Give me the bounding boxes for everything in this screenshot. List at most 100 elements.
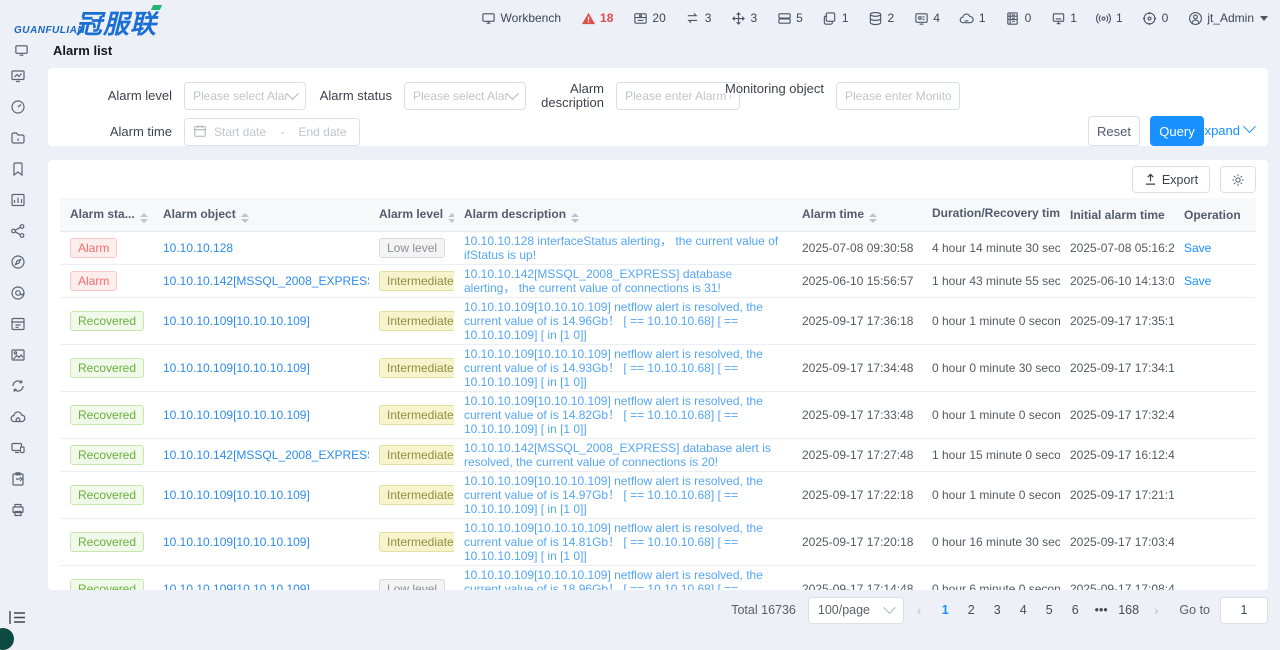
level-badge: Intermediate bbox=[379, 358, 454, 378]
alert-counter[interactable]: 18 bbox=[580, 10, 613, 26]
sidebar-item-printer[interactable] bbox=[0, 494, 36, 525]
save-link[interactable]: Save bbox=[1184, 274, 1211, 288]
cell-alarm-status: Recovered bbox=[60, 439, 153, 472]
cell-initial-time: 2025-07-08 05:16:28 bbox=[1060, 232, 1174, 265]
monitoring-object-input[interactable]: Please enter Monitoring o bbox=[836, 82, 960, 110]
cell-alarm-level: Low level bbox=[369, 232, 454, 265]
counter-database[interactable]: 2 bbox=[868, 10, 895, 26]
sidebar-item-photo[interactable] bbox=[0, 339, 36, 370]
alarm-description-link[interactable]: 10.10.10.109[10.10.10.109] netflow alert… bbox=[464, 394, 782, 436]
floating-helper-ball[interactable] bbox=[0, 628, 14, 650]
cell-duration: 0 hour 16 minute 30 second bbox=[922, 519, 1060, 566]
reset-button[interactable]: Reset bbox=[1088, 116, 1140, 146]
cell-duration: 0 hour 1 minute 0 second bbox=[922, 472, 1060, 519]
column-header[interactable]: Alarm sta... bbox=[60, 198, 153, 232]
counter-value: 4 bbox=[933, 11, 940, 25]
expand-toggle[interactable]: Expand bbox=[1196, 123, 1254, 138]
counter-host[interactable]: 20 bbox=[632, 10, 665, 26]
page-168[interactable]: 168 bbox=[1116, 600, 1141, 620]
cell-operation bbox=[1174, 298, 1256, 345]
sidebar-item-monitor[interactable] bbox=[0, 60, 36, 91]
alarm-object-link[interactable]: 10.10.10.109[10.10.10.109] bbox=[163, 488, 310, 502]
counter-target[interactable]: 0 bbox=[1142, 10, 1169, 26]
page-5[interactable]: 5 bbox=[1038, 600, 1060, 620]
counter-pages[interactable]: 1 bbox=[822, 10, 849, 26]
cell-operation bbox=[1174, 566, 1256, 591]
counter-flow[interactable]: 3 bbox=[685, 10, 712, 26]
counter-cloud[interactable]: 1 bbox=[959, 10, 986, 26]
alarm-object-link[interactable]: 10.10.10.109[10.10.10.109] bbox=[163, 582, 310, 590]
column-header[interactable]: Alarm level bbox=[369, 198, 454, 232]
counter-value: 1 bbox=[979, 11, 986, 25]
page-3[interactable]: 3 bbox=[986, 600, 1008, 620]
alarm-object-link[interactable]: 10.10.10.109[10.10.10.109] bbox=[163, 535, 310, 549]
sort-icon[interactable] bbox=[869, 213, 877, 223]
sidebar-item-panel[interactable] bbox=[0, 308, 36, 339]
next-page-button[interactable]: › bbox=[1149, 603, 1163, 618]
sort-icon[interactable] bbox=[448, 213, 454, 223]
sidebar-item-cloudhome[interactable] bbox=[0, 401, 36, 432]
counter-move[interactable]: 3 bbox=[730, 10, 757, 26]
user-menu[interactable]: jt_Admin bbox=[1187, 10, 1268, 26]
alarm-description-link[interactable]: 10.10.10.109[10.10.10.109] netflow alert… bbox=[464, 521, 782, 563]
sidebar-item-nodes[interactable] bbox=[0, 215, 36, 246]
alarm-description-link[interactable]: 10.10.10.142[MSSQL_2008_EXPRESS] databas… bbox=[464, 441, 782, 469]
status-badge: Alarm bbox=[70, 238, 117, 258]
alarm-description-link[interactable]: 10.10.10.128 interfaceStatus alerting， t… bbox=[464, 234, 782, 262]
counter-value: 1 bbox=[1070, 11, 1077, 25]
sidebar-item-report[interactable] bbox=[0, 122, 36, 153]
alarm-description-link[interactable]: 10.10.10.109[10.10.10.109] netflow alert… bbox=[464, 300, 782, 342]
sidebar-item-chart[interactable] bbox=[0, 184, 36, 215]
save-link[interactable]: Save bbox=[1184, 241, 1211, 255]
column-settings-button[interactable] bbox=[1220, 166, 1256, 193]
sidebar-item-shield[interactable] bbox=[0, 277, 36, 308]
sidebar-item-gauge[interactable] bbox=[0, 91, 36, 122]
page-4[interactable]: 4 bbox=[1012, 600, 1034, 620]
prev-page-button[interactable]: ‹ bbox=[912, 603, 926, 618]
counter-broadcast[interactable]: 1 bbox=[1096, 10, 1123, 26]
sort-icon[interactable] bbox=[140, 213, 148, 223]
sidebar-item-flag[interactable] bbox=[0, 153, 36, 184]
export-button[interactable]: Export bbox=[1132, 166, 1210, 193]
counter-server[interactable]: 5 bbox=[776, 10, 803, 26]
page-2[interactable]: 2 bbox=[960, 600, 982, 620]
alarm-object-link[interactable]: 10.10.10.142[MSSQL_2008_EXPRESS] bbox=[163, 448, 369, 462]
alarm-object-link[interactable]: 10.10.10.109[10.10.10.109] bbox=[163, 314, 310, 328]
goto-page-input[interactable] bbox=[1220, 597, 1268, 624]
workbench-button[interactable]: Workbench bbox=[481, 10, 561, 26]
sidebar-item-compass[interactable] bbox=[0, 246, 36, 277]
tab-monitor-icon[interactable] bbox=[13, 42, 29, 58]
alarm-object-link[interactable]: 10.10.10.128 bbox=[163, 241, 233, 255]
page-6[interactable]: 6 bbox=[1064, 600, 1086, 620]
database-icon bbox=[868, 10, 884, 26]
alarm-object-link[interactable]: 10.10.10.109[10.10.10.109] bbox=[163, 408, 310, 422]
page-size-select[interactable]: 100/page bbox=[808, 597, 904, 624]
cell-duration: 1 hour 15 minute 0 second bbox=[922, 439, 1060, 472]
alarm-object-link[interactable]: 10.10.10.142[MSSQL_2008_EXPRESS] bbox=[163, 274, 369, 288]
sidebar-collapse-icon[interactable] bbox=[9, 610, 26, 630]
alarm-description-link[interactable]: 10.10.10.142[MSSQL_2008_EXPRESS] databas… bbox=[464, 267, 782, 295]
page-ellipsis[interactable]: ••• bbox=[1090, 600, 1112, 620]
cell-initial-time: 2025-09-17 17:03:48 bbox=[1060, 519, 1174, 566]
move-icon bbox=[730, 10, 746, 26]
column-header[interactable]: Alarm time bbox=[792, 198, 922, 232]
alarm-description-link[interactable]: 10.10.10.109[10.10.10.109] netflow alert… bbox=[464, 347, 782, 389]
alarm-description-link[interactable]: 10.10.10.109[10.10.10.109] netflow alert… bbox=[464, 568, 782, 590]
sort-icon[interactable] bbox=[571, 213, 579, 223]
page-1[interactable]: 1 bbox=[934, 600, 956, 620]
sort-icon[interactable] bbox=[241, 213, 249, 223]
counter-os[interactable]: 4 bbox=[913, 10, 940, 26]
alarm-time-range-picker[interactable]: Start date - End date bbox=[184, 118, 360, 146]
column-header[interactable]: Alarm object bbox=[153, 198, 369, 232]
sidebar-item-devices[interactable] bbox=[0, 432, 36, 463]
cell-alarm-object: 10.10.10.128 bbox=[153, 232, 369, 265]
alarm-object-link[interactable]: 10.10.10.109[10.10.10.109] bbox=[163, 361, 310, 375]
server-icon bbox=[776, 10, 792, 26]
column-header[interactable]: Alarm description bbox=[454, 198, 792, 232]
sidebar-item-clipboard[interactable] bbox=[0, 463, 36, 494]
alarm-description-link[interactable]: 10.10.10.109[10.10.10.109] netflow alert… bbox=[464, 474, 782, 516]
counter-rack[interactable]: 0 bbox=[1005, 10, 1032, 26]
counter-desktop[interactable]: 1 bbox=[1050, 10, 1077, 26]
table-row: Recovered10.10.10.109[10.10.10.109]Inter… bbox=[60, 472, 1256, 519]
sidebar-item-sync[interactable] bbox=[0, 370, 36, 401]
